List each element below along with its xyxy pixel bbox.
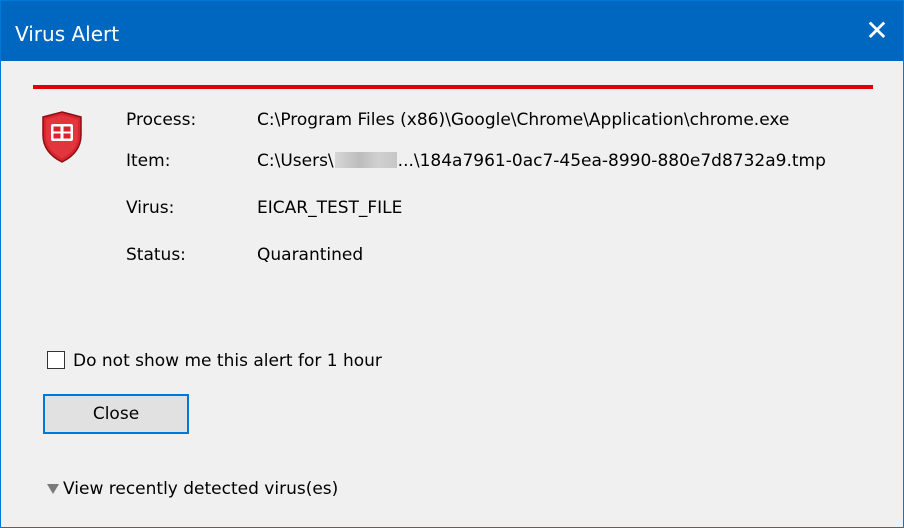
item-value-suffix: ...\184a7961-0ac7-45ea-8990-880e7d8732a9… xyxy=(397,151,826,171)
item-value-prefix: C:\Users\ xyxy=(257,151,334,171)
expand-triangle-icon[interactable] xyxy=(47,484,59,494)
virus-value: EICAR_TEST_FILE xyxy=(257,198,403,218)
process-label: Process: xyxy=(126,110,197,130)
redacted-username xyxy=(334,152,397,168)
item-label: Item: xyxy=(126,151,171,171)
alert-divider xyxy=(33,85,873,89)
status-value: Quarantined xyxy=(257,245,364,265)
item-value: C:\Users\ ...\184a7961-0ac7-45ea-8990-880… xyxy=(257,150,826,172)
suppress-alert-label[interactable]: Do not show me this alert for 1 hour xyxy=(73,350,382,372)
virus-alert-dialog: Virus Alert ✕ Process: C:\Program Files … xyxy=(0,0,904,528)
recent-viruses-label[interactable]: View recently detected virus(es) xyxy=(63,478,338,500)
close-icon[interactable]: ✕ xyxy=(851,1,903,61)
window-title: Virus Alert xyxy=(15,22,120,46)
shield-icon xyxy=(42,111,82,163)
virus-label: Virus: xyxy=(126,198,175,218)
process-value: C:\Program Files (x86)\Google\Chrome\App… xyxy=(257,110,790,130)
close-button[interactable]: Close xyxy=(43,394,189,434)
status-label: Status: xyxy=(126,245,186,265)
suppress-alert-checkbox[interactable] xyxy=(47,351,65,369)
title-bar[interactable]: Virus Alert ✕ xyxy=(1,1,903,61)
